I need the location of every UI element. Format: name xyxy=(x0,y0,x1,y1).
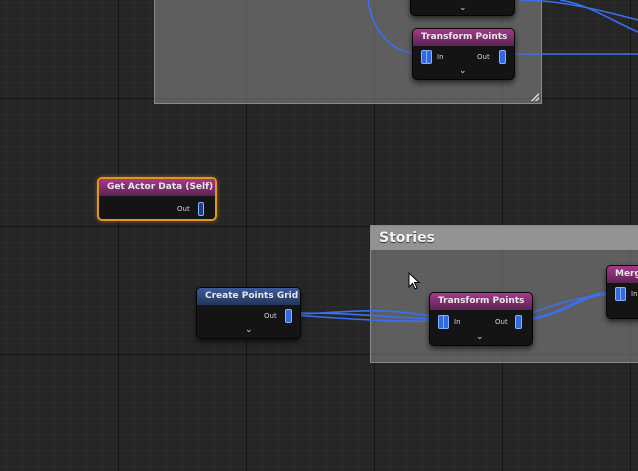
wire-layer xyxy=(291,0,638,322)
pin-label-out: Out xyxy=(264,312,277,320)
chevron-down-icon[interactable]: ⌄ xyxy=(476,333,484,342)
node-transform-points-top[interactable]: Transform Points In Out ⌄ xyxy=(412,28,515,80)
chevron-down-icon[interactable]: ⌄ xyxy=(459,4,467,13)
output-pin-icon[interactable] xyxy=(515,315,522,329)
chevron-down-icon[interactable]: ⌄ xyxy=(245,326,253,335)
pin-label-in: In xyxy=(631,290,638,298)
output-pin-icon[interactable] xyxy=(198,202,204,216)
input-pin-icon[interactable] xyxy=(615,287,626,301)
pin-label-out: Out xyxy=(477,53,490,61)
output-pin-icon[interactable] xyxy=(285,309,292,323)
pin-label-out: Out xyxy=(495,318,508,326)
input-pin-icon[interactable] xyxy=(421,50,432,64)
input-pin-icon[interactable] xyxy=(438,315,449,329)
node-create-points-grid[interactable]: Create Points Grid Out ⌄ xyxy=(196,287,301,339)
node-transform-points-stories[interactable]: Transform Points In Out ⌄ xyxy=(429,292,533,346)
mouse-pointer-icon xyxy=(408,272,421,290)
node-merge[interactable]: Merge In xyxy=(606,265,638,319)
pin-label-in: In xyxy=(454,318,461,326)
node-title: Create Points Grid xyxy=(197,288,300,305)
pin-label-out: Out xyxy=(177,205,190,213)
node-title: Get Actor Data (Self) xyxy=(99,179,215,196)
node-title: Transform Points xyxy=(413,29,514,46)
node-partial-top[interactable]: ⌄ xyxy=(410,0,515,16)
node-get-actor-data[interactable]: Get Actor Data (Self) Out xyxy=(97,177,217,221)
output-pin-icon[interactable] xyxy=(499,50,506,64)
pin-label-in: In xyxy=(437,53,444,61)
chevron-down-icon[interactable]: ⌄ xyxy=(459,67,467,76)
wire-top-right-1 xyxy=(519,0,638,21)
node-title: Merge xyxy=(607,266,638,283)
node-title: Transform Points xyxy=(430,293,532,310)
